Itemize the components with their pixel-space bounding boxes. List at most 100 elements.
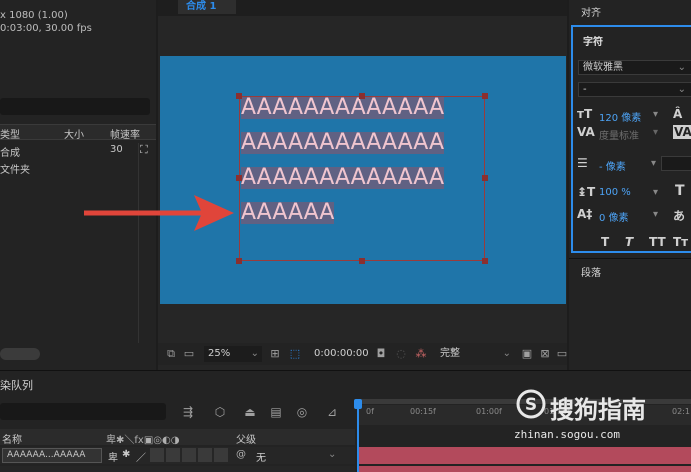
faux-italic-button[interactable]: T <box>625 235 633 249</box>
switches-icons: 卑✱＼fx▣◎◐◑ <box>106 435 180 446</box>
motion-blur-switch[interactable] <box>182 448 196 462</box>
small-caps-button[interactable]: Tт <box>673 235 688 249</box>
quality-select[interactable]: 完整 ⌄ <box>436 346 514 362</box>
text-bounding-box[interactable] <box>239 96 485 261</box>
bbox-handle[interactable] <box>482 93 488 99</box>
motion-blur-icon[interactable]: ◎ <box>294 404 310 420</box>
viewer-tab-strip: 合成 1 <box>158 0 567 16</box>
project-search-input[interactable] <box>0 98 150 115</box>
align-panel-title[interactable]: 对齐 <box>581 4 601 19</box>
composition-viewer: 合成 1 AAAAAAAAAAAAA AAAAAAAAAAAAA AAAAAAA… <box>84 0 569 378</box>
project-item-type: 合成 <box>0 148 20 159</box>
layer-column-header: 名称 卑✱＼fx▣◎◐◑ 父级 <box>0 429 355 446</box>
bbox-handle[interactable] <box>359 93 365 99</box>
vertical-scale-value[interactable]: 100 % <box>599 187 631 198</box>
monitor-icon[interactable]: ▭ <box>182 347 196 361</box>
region-icon[interactable]: ▣ <box>520 347 534 361</box>
all-caps-button[interactable]: TT <box>649 235 666 249</box>
effects-switch[interactable] <box>150 448 164 462</box>
kerning-value[interactable]: 度量标准 <box>599 127 639 142</box>
layer-row[interactable]: AAAAAA...AAAAA 卑 ✱ ／ @ 无 ⌄ <box>0 447 355 464</box>
ruler-tick-label: 01:00f <box>476 407 502 416</box>
always-preview-icon[interactable]: ⧉ <box>164 347 178 361</box>
layer-duration-bar[interactable] <box>358 447 691 464</box>
bbox-handle[interactable] <box>482 175 488 181</box>
tsume-icon: あ <box>673 209 686 223</box>
paragraph-panel-title[interactable]: 段落 <box>581 264 601 279</box>
sogou-logo-icon: S <box>516 389 546 419</box>
layer-row[interactable] <box>0 466 355 472</box>
more-icon[interactable]: ▭ <box>555 347 569 361</box>
quality-value: 完整 <box>440 348 460 359</box>
watermark-url: zhinan.sogou.com <box>514 428 620 441</box>
3d-layer-switch[interactable] <box>214 448 228 462</box>
chevron-down-icon: ▾ <box>653 109 659 120</box>
draft-3d-icon[interactable]: ⬡ <box>212 404 228 420</box>
font-style-select[interactable]: - ⌄ <box>578 82 691 97</box>
stroke-type-select[interactable] <box>661 156 691 171</box>
quality-switch-icon[interactable]: ／ <box>136 449 146 464</box>
font-family-select[interactable]: 微软雅黑 ⌄ <box>578 60 691 75</box>
chevron-down-icon: ⌄ <box>502 348 511 359</box>
faux-bold-button[interactable]: T <box>601 235 609 249</box>
watermark-brand: 搜狗指南 <box>550 396 646 424</box>
channel-icon[interactable]: ◌ <box>394 347 408 361</box>
current-time-indicator[interactable] <box>357 399 359 472</box>
timecode-display[interactable]: 0:00:00:00 <box>314 346 369 362</box>
comp-mini-flowchart-icon[interactable]: ⇶ <box>180 404 196 420</box>
pickwhip-icon[interactable]: @ <box>236 449 246 460</box>
chevron-down-icon: ⌄ <box>677 62 686 73</box>
layer-name-field[interactable]: AAAAAA...AAAAA <box>2 448 102 463</box>
chevron-down-icon: ▾ <box>653 209 659 220</box>
project-item-comp[interactable]: 合成 30 ⛶ <box>0 143 156 160</box>
transparency-grid-icon[interactable]: ⊠ <box>538 347 552 361</box>
character-panel-title: 字符 <box>583 37 603 48</box>
ruler-tick-label: 02:1 <box>672 407 690 416</box>
bbox-handle[interactable] <box>359 258 365 264</box>
render-queue-tab[interactable]: 染队列 <box>0 377 33 393</box>
zoom-select[interactable]: 25% ⌄ <box>204 346 262 362</box>
project-item-fps: 30 <box>110 144 123 155</box>
leading-icon: Â <box>673 107 683 121</box>
column-layer-name[interactable]: 名称 <box>2 431 22 446</box>
collapse-switch-icon[interactable]: ✱ <box>122 449 130 460</box>
bbox-handle[interactable] <box>482 258 488 264</box>
svg-text:S: S <box>525 395 537 415</box>
flowchart-icon[interactable]: ⛶ <box>140 143 148 157</box>
graph-editor-icon[interactable]: ⊿ <box>324 404 340 420</box>
horizontal-scale-icon: T <box>675 183 685 199</box>
color-channels-icon[interactable]: ⁂ <box>414 347 428 361</box>
chevron-down-icon: ▾ <box>653 187 659 198</box>
bbox-handle[interactable] <box>236 258 242 264</box>
bbox-handle[interactable] <box>236 175 242 181</box>
column-parent[interactable]: 父级 <box>236 431 256 446</box>
timeline-search-input[interactable] <box>0 403 166 420</box>
shy-switch-icon[interactable]: 卑 <box>108 449 118 464</box>
shy-layers-icon[interactable]: ⏏ <box>242 404 258 420</box>
mask-icon[interactable]: ⬚ <box>288 347 302 361</box>
kerning-icon: VA <box>577 125 595 139</box>
camera-icon[interactable]: ◘ <box>374 347 388 361</box>
column-size[interactable]: 大小 <box>64 126 84 141</box>
composition-canvas[interactable]: AAAAAAAAAAAAA AAAAAAAAAAAAA AAAAAAAAAAAA… <box>160 56 566 304</box>
comp-duration-info: 0:03:00, 30.00 fps <box>0 23 92 34</box>
character-panel: 字符 微软雅黑 ⌄ - ⌄ тT 120 像素 ▾ Â VA 度量标准 ▾ VA… <box>571 25 691 253</box>
font-family-value: 微软雅黑 <box>583 62 623 73</box>
layer-duration-bar[interactable] <box>358 466 691 472</box>
column-divider <box>138 143 139 343</box>
leading-value[interactable]: - 像素 <box>599 158 626 173</box>
font-size-value[interactable]: 120 像素 <box>599 109 641 124</box>
frame-blend-switch[interactable] <box>166 448 180 462</box>
column-type[interactable]: 类型 <box>0 126 20 141</box>
chevron-down-icon: ⌄ <box>677 84 686 95</box>
resolution-icon[interactable]: ⊞ <box>268 347 282 361</box>
tab-composition-1[interactable]: 合成 1 <box>178 0 236 14</box>
adjustment-switch[interactable] <box>198 448 212 462</box>
frame-blending-icon[interactable]: ▤ <box>268 404 284 420</box>
parent-value[interactable]: 无 <box>256 449 266 464</box>
bbox-handle[interactable] <box>236 93 242 99</box>
project-scrollbar[interactable] <box>0 348 40 360</box>
column-fps[interactable]: 帧速率 <box>110 126 140 141</box>
baseline-shift-value[interactable]: 0 像素 <box>599 209 629 224</box>
project-item-folder[interactable]: 文件夹 <box>0 160 156 177</box>
